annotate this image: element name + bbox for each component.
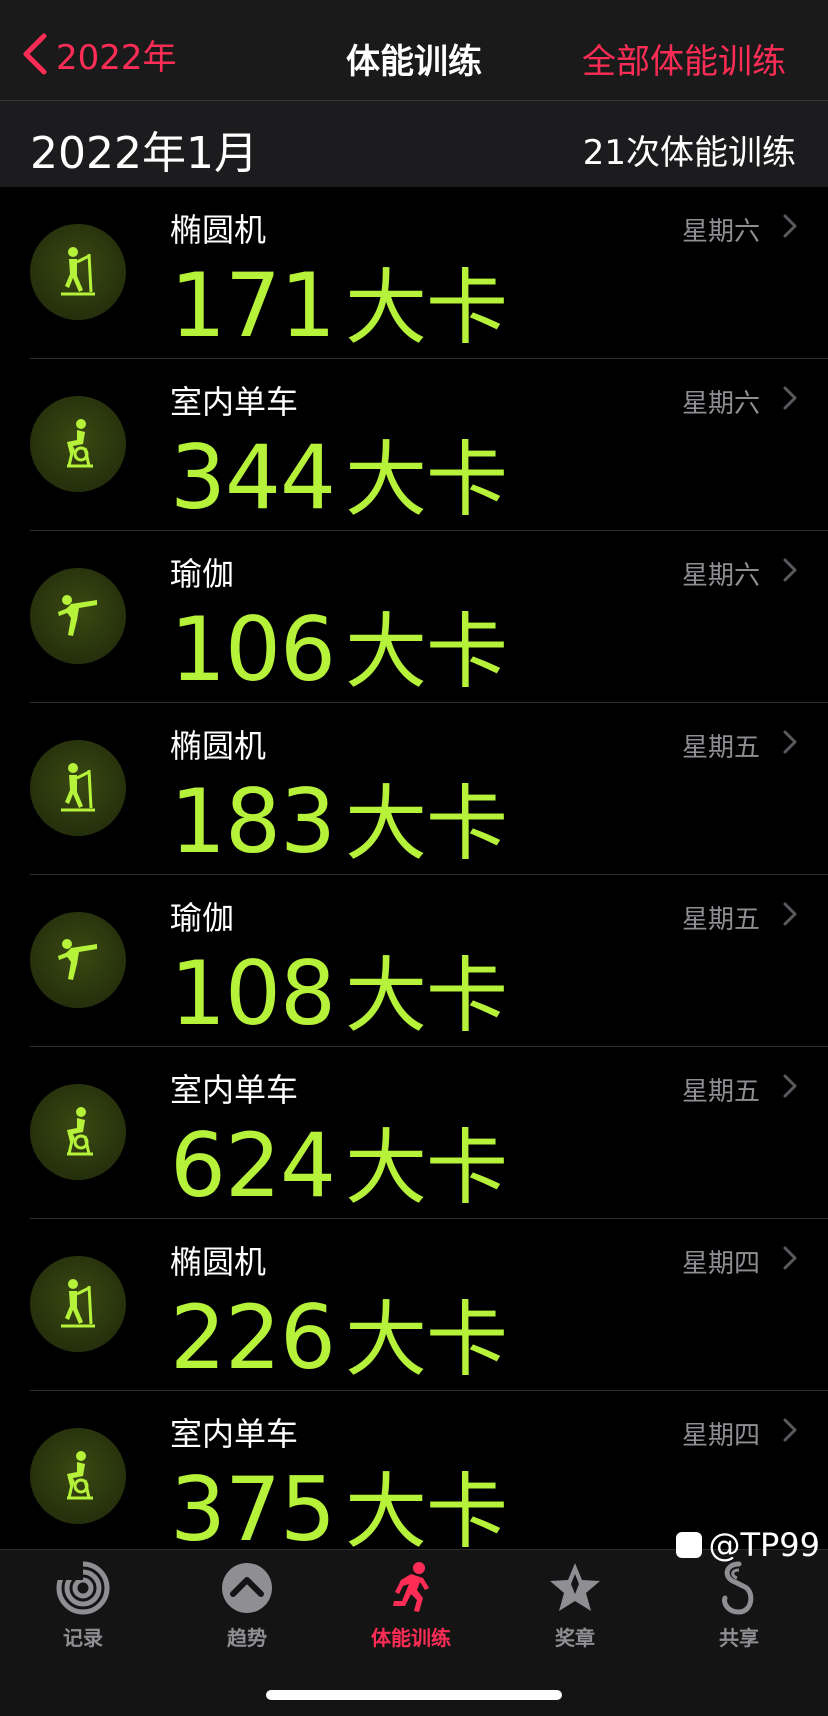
workout-row[interactable]: 瑜伽 星期五 108 大卡 bbox=[0, 875, 828, 1047]
award-star-icon bbox=[510, 1560, 640, 1616]
calories-value: 183 bbox=[170, 770, 336, 873]
workout-row[interactable]: 椭圆机 星期六 171 大卡 bbox=[0, 187, 828, 359]
section-header: 2022年1月 21次体能训练 bbox=[0, 101, 828, 187]
tab-label: 趋势 bbox=[227, 1626, 267, 1650]
elliptical-icon bbox=[30, 1256, 126, 1352]
yoga-icon bbox=[30, 568, 126, 664]
calories-unit: 大卡 bbox=[344, 777, 508, 872]
watermark-logo-icon bbox=[676, 1532, 703, 1558]
workout-calories: 106 大卡 bbox=[170, 585, 508, 704]
tab-label: 奖章 bbox=[555, 1626, 595, 1650]
calories-value: 106 bbox=[170, 598, 336, 701]
workout-day: 星期四 bbox=[681, 1249, 760, 1279]
elliptical-icon bbox=[30, 740, 126, 836]
workout-row[interactable]: 椭圆机 星期四 226 大卡 bbox=[0, 1219, 828, 1391]
workout-calories: 624 大卡 bbox=[170, 1101, 508, 1220]
navigation-bar: 2022年 体能训练 全部体能训练 bbox=[0, 0, 828, 100]
chevron-right-icon bbox=[783, 1418, 797, 1442]
tab-activity-rings[interactable]: 记录 bbox=[18, 1560, 148, 1651]
calories-unit: 大卡 bbox=[344, 949, 508, 1044]
calories-value: 108 bbox=[170, 942, 336, 1045]
workout-count: 21次体能训练 bbox=[582, 133, 796, 173]
workout-day: 星期六 bbox=[681, 389, 760, 419]
chevron-right-icon bbox=[783, 558, 797, 582]
chevron-right-icon bbox=[783, 214, 797, 238]
workout-row[interactable]: 室内单车 星期五 624 大卡 bbox=[0, 1047, 828, 1219]
section-month: 2022年1月 bbox=[30, 128, 258, 179]
tab-label: 记录 bbox=[63, 1626, 103, 1650]
chevron-right-icon bbox=[783, 730, 797, 754]
workout-list: 椭圆机 星期六 171 大卡 室内单车 星期六 344 大卡 瑜伽 星期六 106 大卡 椭圆机 星期五 1… bbox=[0, 187, 828, 1563]
workout-row[interactable]: 椭圆机 星期五 183 大卡 bbox=[0, 703, 828, 875]
trends-icon bbox=[182, 1560, 312, 1616]
tab-running-figure[interactable]: 体能训练 bbox=[346, 1560, 476, 1651]
workout-row[interactable]: 室内单车 星期六 344 大卡 bbox=[0, 359, 828, 531]
elliptical-icon bbox=[30, 224, 126, 320]
tab-label: 体能训练 bbox=[371, 1626, 451, 1650]
tab-sharing[interactable]: 共享 bbox=[674, 1560, 804, 1651]
all-workouts-button[interactable]: 全部体能训练 bbox=[582, 34, 786, 83]
activity-rings-icon bbox=[18, 1560, 148, 1616]
tab-label: 共享 bbox=[719, 1626, 759, 1650]
indoor-cycle-icon bbox=[30, 396, 126, 492]
sharing-icon bbox=[674, 1560, 804, 1616]
indoor-cycle-icon bbox=[30, 1428, 126, 1524]
calories-unit: 大卡 bbox=[344, 1121, 508, 1216]
watermark: @TP99 bbox=[676, 1526, 820, 1564]
indoor-cycle-icon bbox=[30, 1084, 126, 1180]
yoga-icon bbox=[30, 912, 126, 1008]
chevron-right-icon bbox=[783, 386, 797, 410]
workout-calories: 171 大卡 bbox=[170, 241, 508, 360]
workout-day: 星期五 bbox=[681, 733, 760, 763]
workout-calories: 226 大卡 bbox=[170, 1273, 508, 1392]
workout-calories: 375 大卡 bbox=[170, 1445, 508, 1564]
calories-unit: 大卡 bbox=[344, 1465, 508, 1560]
calories-value: 624 bbox=[170, 1114, 336, 1217]
workout-day: 星期五 bbox=[681, 1077, 760, 1107]
calories-unit: 大卡 bbox=[344, 433, 508, 528]
chevron-right-icon bbox=[783, 1074, 797, 1098]
home-indicator[interactable] bbox=[266, 1690, 562, 1700]
calories-unit: 大卡 bbox=[344, 1293, 508, 1388]
tab-trends[interactable]: 趋势 bbox=[182, 1560, 312, 1651]
chevron-right-icon bbox=[783, 902, 797, 926]
workout-day: 星期六 bbox=[681, 217, 760, 247]
workout-calories: 108 大卡 bbox=[170, 929, 508, 1048]
workout-day: 星期五 bbox=[681, 905, 760, 935]
tab-award-star[interactable]: 奖章 bbox=[510, 1560, 640, 1651]
workout-calories: 344 大卡 bbox=[170, 413, 508, 532]
calories-value: 171 bbox=[170, 254, 336, 357]
calories-unit: 大卡 bbox=[344, 261, 508, 356]
chevron-right-icon bbox=[783, 1246, 797, 1270]
calories-unit: 大卡 bbox=[344, 605, 508, 700]
workout-row[interactable]: 瑜伽 星期六 106 大卡 bbox=[0, 531, 828, 703]
workout-calories: 183 大卡 bbox=[170, 757, 508, 876]
workout-day: 星期四 bbox=[681, 1421, 760, 1451]
calories-value: 226 bbox=[170, 1286, 336, 1389]
calories-value: 375 bbox=[170, 1458, 336, 1561]
calories-value: 344 bbox=[170, 426, 336, 529]
running-figure-icon bbox=[346, 1560, 476, 1616]
watermark-text: @TP99 bbox=[708, 1526, 820, 1564]
workout-day: 星期六 bbox=[681, 561, 760, 591]
